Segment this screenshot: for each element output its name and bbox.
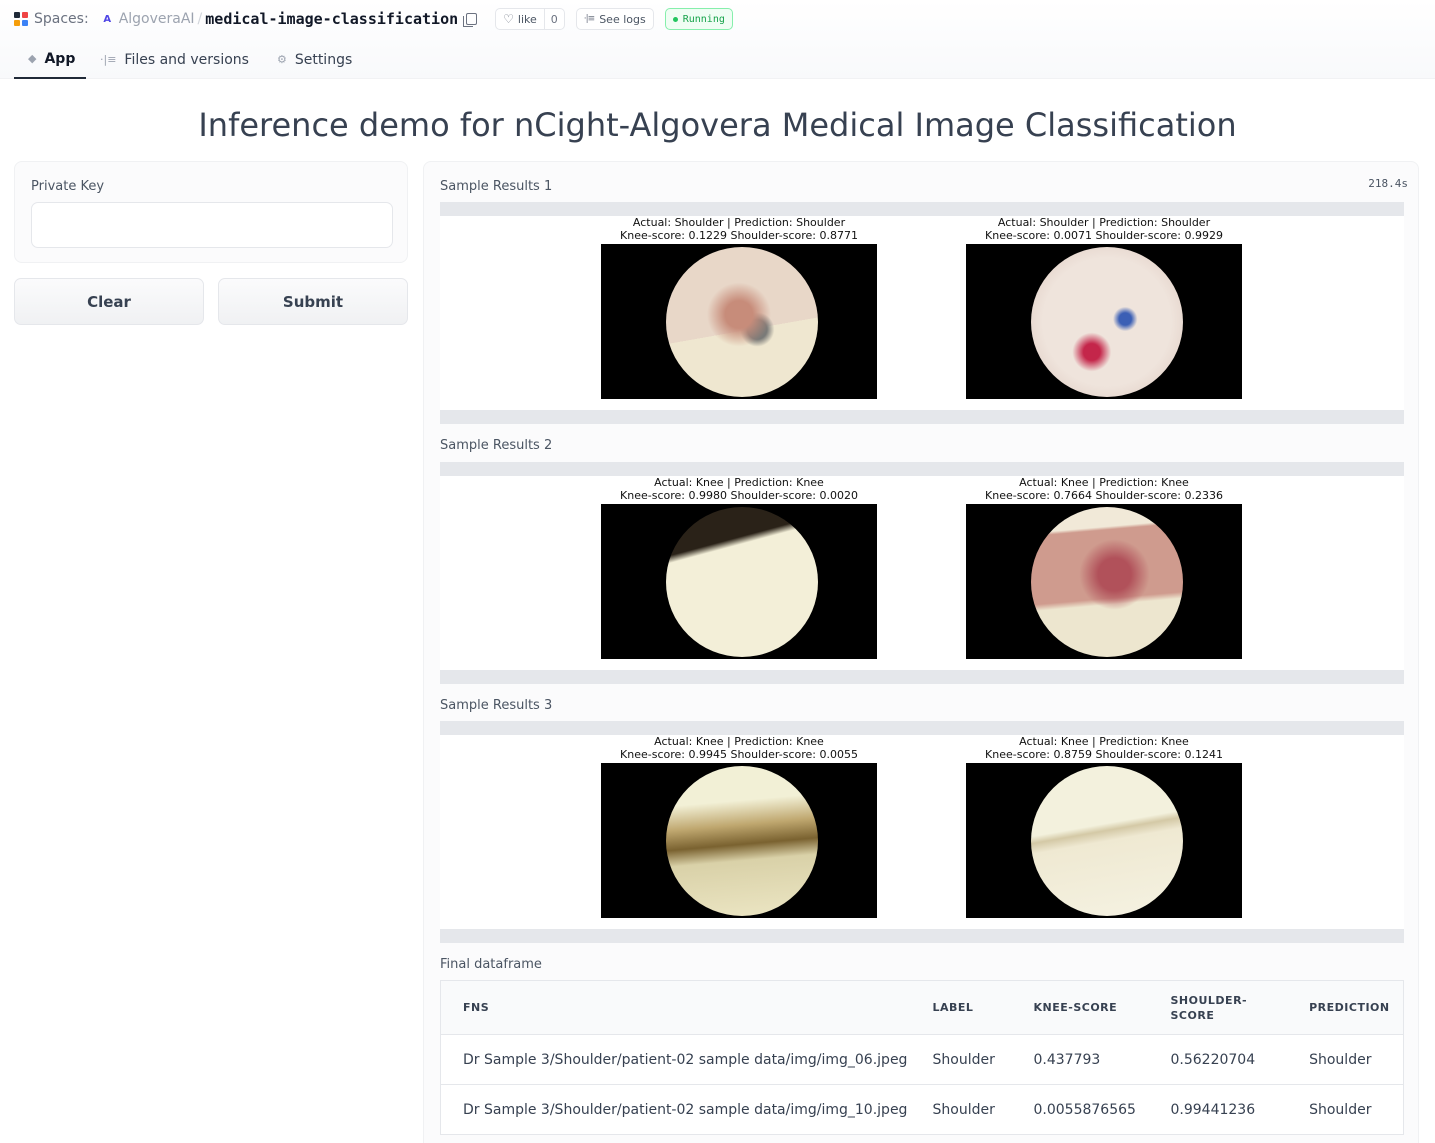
figure-caption: Actual: Knee | Prediction: Knee bbox=[654, 735, 824, 748]
table-cell[interactable]: Shoulder bbox=[910, 1034, 1012, 1085]
clear-button[interactable]: Clear bbox=[14, 278, 204, 325]
table-cell[interactable]: Dr Sample 3/Shoulder/patient-02 sample d… bbox=[440, 1034, 911, 1085]
private-key-label: Private Key bbox=[31, 179, 105, 194]
tab-files-label: Files and versions bbox=[124, 51, 249, 68]
submit-button[interactable]: Submit bbox=[218, 278, 408, 325]
see-logs-button[interactable]: ·|≡ See logs bbox=[575, 8, 654, 30]
sample-results-1-image[interactable]: Actual: Shoulder | Prediction: Shoulder … bbox=[440, 202, 1404, 424]
tab-settings-label: Settings bbox=[294, 51, 353, 68]
breadcrumb-separator: / bbox=[197, 11, 203, 27]
figure-scores: Knee-score: 0.9980 Shoulder-score: 0.002… bbox=[620, 489, 858, 502]
column-header-shoulder-score[interactable]: SHOULDER-SCORE bbox=[1148, 980, 1288, 1035]
table-cell[interactable]: Dr Sample 3/Shoulder/patient-02 sample d… bbox=[440, 1084, 911, 1135]
table-header-row: FNS LABEL KNEE-SCORE SHOULDER-SCORE PRED… bbox=[440, 980, 1404, 1035]
files-icon: ·|≡ bbox=[100, 53, 117, 66]
table-cell[interactable]: Shoulder bbox=[1287, 1034, 1404, 1085]
sample-3-left-figure: Actual: Knee | Prediction: Knee Knee-sco… bbox=[601, 735, 877, 918]
private-key-input[interactable] bbox=[31, 202, 393, 248]
logs-icon: ·|≡ bbox=[583, 14, 595, 24]
sample-2-left-figure: Actual: Knee | Prediction: Knee Knee-sco… bbox=[601, 476, 877, 659]
status-badge: Running bbox=[664, 8, 733, 30]
arthroscopy-image bbox=[1031, 507, 1183, 657]
figure-caption: Actual: Shoulder | Prediction: Shoulder bbox=[632, 216, 846, 229]
table-row: Dr Sample 3/Shoulder/patient-02 sample d… bbox=[440, 1034, 1404, 1085]
arthroscopy-image bbox=[666, 766, 818, 916]
heart-icon: ♡ bbox=[503, 12, 514, 26]
tab-app[interactable]: ◆ App bbox=[14, 40, 86, 79]
figure-caption: Actual: Shoulder | Prediction: Shoulder bbox=[997, 216, 1211, 229]
arthroscopy-image bbox=[1031, 766, 1183, 916]
arthroscopy-image bbox=[666, 247, 818, 397]
status-dot-icon bbox=[672, 16, 678, 22]
sample-results-3-image[interactable]: Actual: Knee | Prediction: Knee Knee-sco… bbox=[440, 721, 1404, 943]
column-header-label[interactable]: LABEL bbox=[910, 980, 1012, 1035]
table-cell[interactable]: 0.56220704 bbox=[1148, 1034, 1288, 1085]
column-header-knee-score[interactable]: KNEE-SCORE bbox=[1011, 980, 1149, 1035]
sample-results-2-label: Sample Results 2 bbox=[440, 438, 553, 453]
sample-1-right-figure: Actual: Shoulder | Prediction: Shoulder … bbox=[966, 216, 1242, 399]
gear-icon: ⚙ bbox=[276, 53, 287, 66]
org-link[interactable]: AlgoveraAI bbox=[119, 11, 195, 27]
sample-results-2-image[interactable]: Actual: Knee | Prediction: Knee Knee-sco… bbox=[440, 462, 1404, 684]
figure-scores: Knee-score: 0.8759 Shoulder-score: 0.124… bbox=[985, 748, 1223, 761]
like-count: 0 bbox=[543, 9, 564, 29]
tab-app-label: App bbox=[44, 50, 76, 67]
sample-2-right-figure: Actual: Knee | Prediction: Knee Knee-sco… bbox=[966, 476, 1242, 659]
figure-caption: Actual: Knee | Prediction: Knee bbox=[1019, 735, 1189, 748]
figure-caption: Actual: Knee | Prediction: Knee bbox=[1019, 476, 1189, 489]
arthroscopy-image bbox=[1031, 247, 1183, 397]
figure-caption: Actual: Knee | Prediction: Knee bbox=[654, 476, 824, 489]
tab-files-and-versions[interactable]: ·|≡ Files and versions bbox=[86, 40, 263, 79]
page-title: Inference demo for nCight-Algovera Medic… bbox=[198, 106, 1237, 144]
figure-scores: Knee-score: 0.9945 Shoulder-score: 0.005… bbox=[620, 748, 858, 761]
figure-scores: Knee-score: 0.1229 Shoulder-score: 0.877… bbox=[620, 229, 858, 242]
like-label: like bbox=[517, 12, 537, 26]
status-label: Running bbox=[682, 13, 725, 25]
sample-results-1-label: Sample Results 1 bbox=[440, 179, 553, 194]
private-key-block: Private Key bbox=[14, 161, 408, 263]
table-cell[interactable]: 0.0055876565 bbox=[1011, 1084, 1149, 1135]
cube-icon: ◆ bbox=[28, 52, 37, 65]
spaces-link[interactable]: Spaces: bbox=[34, 11, 89, 27]
spaces-logo-icon bbox=[14, 12, 28, 26]
output-panel: 218.4s Sample Results 1 Actual: Shoulder… bbox=[423, 161, 1419, 1143]
final-dataframe-table: FNS LABEL KNEE-SCORE SHOULDER-SCORE PRED… bbox=[440, 980, 1404, 1135]
table-cell[interactable]: 0.437793 bbox=[1011, 1034, 1149, 1085]
column-header-fns[interactable]: FNS bbox=[440, 980, 911, 1035]
table-row: Dr Sample 3/Shoulder/patient-02 sample d… bbox=[440, 1084, 1404, 1135]
sample-3-right-figure: Actual: Knee | Prediction: Knee Knee-sco… bbox=[966, 735, 1242, 918]
figure-scores: Knee-score: 0.7664 Shoulder-score: 0.233… bbox=[985, 489, 1223, 502]
table-cell[interactable]: 0.99441236 bbox=[1148, 1084, 1288, 1135]
tab-settings[interactable]: ⚙ Settings bbox=[263, 40, 366, 79]
elapsed-timer: 218.4s bbox=[1368, 177, 1408, 190]
figure-scores: Knee-score: 0.0071 Shoulder-score: 0.992… bbox=[985, 229, 1223, 242]
like-button[interactable]: ♡ like 0 bbox=[495, 8, 565, 30]
sample-1-left-figure: Actual: Shoulder | Prediction: Shoulder … bbox=[601, 216, 877, 399]
space-tabs: ◆ App ·|≡ Files and versions ⚙ Settings bbox=[14, 40, 366, 79]
copy-icon[interactable] bbox=[463, 13, 478, 27]
column-header-prediction[interactable]: PREDICTION bbox=[1287, 980, 1404, 1035]
arthroscopy-image bbox=[666, 507, 818, 657]
sample-results-3-label: Sample Results 3 bbox=[440, 698, 553, 713]
see-logs-label: See logs bbox=[599, 12, 646, 26]
table-cell[interactable]: Shoulder bbox=[910, 1084, 1012, 1135]
repo-name-link[interactable]: medical-image-classification bbox=[205, 10, 458, 28]
space-breadcrumb: Spaces: A AlgoveraAI / medical-image-cla… bbox=[14, 6, 733, 32]
space-header: Spaces: A AlgoveraAI / medical-image-cla… bbox=[0, 0, 1435, 79]
org-avatar-icon: A bbox=[103, 13, 112, 25]
final-dataframe-label: Final dataframe bbox=[440, 957, 542, 972]
table-cell[interactable]: Shoulder bbox=[1287, 1084, 1404, 1135]
